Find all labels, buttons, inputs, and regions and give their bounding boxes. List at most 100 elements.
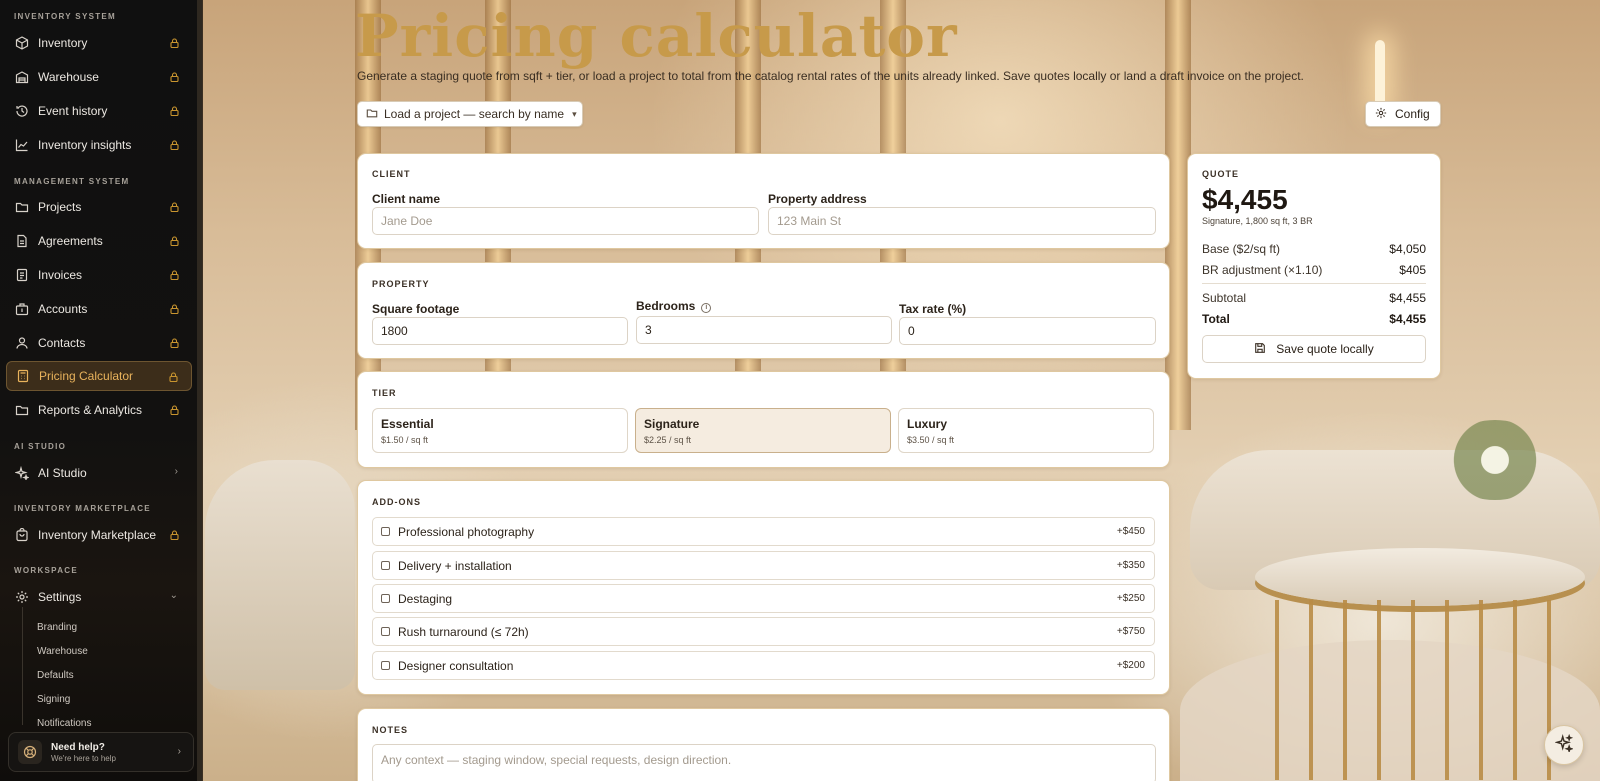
subtotal-value: $4,455 (1389, 291, 1426, 305)
addon-delivery-installation[interactable]: Delivery + installation +$350 (372, 551, 1155, 580)
sidebar-item-label: Inventory Marketplace (38, 528, 157, 542)
page-title: Pricing calculator (355, 2, 958, 70)
section-inventory-system: INVENTORY SYSTEM (14, 12, 117, 21)
sidebar-item-invoices[interactable]: Invoices (6, 260, 192, 290)
folder-icon (15, 200, 29, 214)
addon-label: Delivery + installation (398, 558, 512, 573)
lock-icon (168, 303, 180, 315)
addon-price: +$200 (1116, 660, 1145, 671)
bedrooms-label: Bedrooms (636, 299, 696, 313)
sidebar-item-warehouse[interactable]: Warehouse (6, 62, 192, 92)
lock-icon (168, 269, 180, 281)
chevron-right-icon: › (174, 466, 178, 477)
addon-price: +$350 (1116, 560, 1145, 571)
gear-icon (1375, 107, 1387, 122)
sidebar-item-event-history[interactable]: Event history (6, 96, 192, 126)
settings-sub-branding[interactable]: Branding (37, 622, 77, 633)
addon-professional-photography[interactable]: Professional photography +$450 (372, 517, 1155, 546)
quote-card: QUOTE $4,455 Signature, 1,800 sq ft, 3 B… (1187, 153, 1441, 379)
sidebar-item-accounts[interactable]: Accounts (6, 294, 192, 324)
checkbox[interactable] (381, 661, 390, 670)
tier-name: Signature (644, 417, 700, 431)
settings-sub-notifications[interactable]: Notifications (37, 718, 91, 729)
chevron-down-icon: ⌄ (169, 590, 178, 601)
bedrooms-label-group: Bedrooms i (636, 299, 712, 313)
sidebar-item-inventory-insights[interactable]: Inventory insights (6, 130, 192, 160)
sidebar-item-agreements[interactable]: Agreements (6, 226, 192, 256)
sidebar-item-label: Pricing Calculator (39, 369, 134, 383)
addon-price: +$450 (1116, 526, 1145, 537)
chart-line-icon (15, 138, 29, 152)
sparkle-icon (15, 466, 29, 480)
load-project-dropdown[interactable]: Load a project — search by name ▾ (357, 101, 583, 127)
section-ai-studio: AI STUDIO (14, 442, 67, 451)
sidebar-item-inventory[interactable]: Inventory (6, 28, 192, 58)
checkbox[interactable] (381, 594, 390, 603)
square-footage-input[interactable]: 1800 (372, 317, 628, 345)
box-icon (15, 36, 29, 50)
addon-label: Designer consultation (398, 658, 514, 673)
sidebar-item-contacts[interactable]: Contacts (6, 328, 192, 358)
receipt-icon (15, 268, 29, 282)
save-quote-label: Save quote locally (1276, 342, 1374, 356)
sidebar-item-label: Invoices (38, 268, 83, 282)
checkbox[interactable] (381, 527, 390, 536)
checkbox[interactable] (381, 627, 390, 636)
store-icon (15, 528, 29, 542)
property-section-label: PROPERTY (372, 279, 430, 289)
quote-row-value: $4,050 (1389, 242, 1426, 256)
quote-meta: Signature, 1,800 sq ft, 3 BR (1202, 216, 1313, 226)
chevron-right-icon: › (177, 746, 181, 757)
notes-textarea[interactable]: Any context — staging window, special re… (372, 744, 1156, 781)
checkbox[interactable] (381, 561, 390, 570)
client-name-input[interactable]: Jane Doe (372, 207, 759, 235)
sidebar-item-reports-analytics[interactable]: Reports & Analytics (6, 395, 192, 425)
quote-section-label: QUOTE (1202, 169, 1240, 179)
history-icon (15, 104, 29, 118)
help-subtitle: We're here to help (51, 753, 116, 763)
help-card[interactable]: Need help? We're here to help › (8, 732, 194, 772)
sidebar-item-label: Contacts (38, 336, 86, 350)
tax-rate-input[interactable]: 0 (899, 317, 1156, 345)
notes-section-label: NOTES (372, 725, 409, 735)
addon-destaging[interactable]: Destaging +$250 (372, 584, 1155, 613)
lock-icon (168, 139, 180, 151)
lifebuoy-icon (18, 740, 42, 764)
config-button[interactable]: Config (1365, 101, 1441, 127)
settings-sub-signing[interactable]: Signing (37, 694, 70, 705)
sidebar-item-inventory-marketplace[interactable]: Inventory Marketplace (6, 520, 192, 550)
sidebar: INVENTORY SYSTEM Inventory Warehouse Eve… (0, 0, 203, 781)
addon-label: Destaging (398, 591, 453, 606)
total-label: Total (1202, 312, 1230, 326)
building-icon (15, 302, 29, 316)
property-address-input[interactable]: 123 Main St (768, 207, 1156, 235)
save-quote-button[interactable]: Save quote locally (1202, 335, 1426, 363)
quote-row-label: BR adjustment (×1.10) (1202, 263, 1323, 277)
lock-icon (168, 529, 180, 541)
addon-designer-consultation[interactable]: Designer consultation +$200 (372, 651, 1155, 680)
settings-sub-defaults[interactable]: Defaults (37, 670, 74, 681)
lock-icon (167, 371, 179, 383)
addon-rush-turnaround[interactable]: Rush turnaround (≤ 72h) +$750 (372, 617, 1155, 646)
ai-assistant-button[interactable] (1544, 725, 1584, 765)
tier-option-luxury[interactable]: Luxury $3.50 / sq ft (898, 408, 1154, 453)
sidebar-item-pricing-calculator[interactable]: Pricing Calculator (6, 361, 192, 391)
sidebar-item-projects[interactable]: Projects (6, 192, 192, 222)
sidebar-item-ai-studio[interactable]: AI Studio › (6, 458, 192, 488)
folder-icon (15, 403, 29, 417)
gear-icon (15, 590, 29, 604)
tier-option-signature[interactable]: Signature $2.25 / sq ft (635, 408, 891, 453)
info-icon[interactable]: i (701, 302, 712, 313)
section-inventory-marketplace: INVENTORY MARKETPLACE (14, 504, 151, 513)
sidebar-item-settings[interactable]: Settings ⌄ (6, 582, 192, 612)
bedrooms-input[interactable]: 3 (636, 316, 892, 344)
settings-sub-warehouse[interactable]: Warehouse (37, 646, 88, 657)
lock-icon (168, 337, 180, 349)
calculator-icon (16, 369, 30, 383)
tier-option-essential[interactable]: Essential $1.50 / sq ft (372, 408, 628, 453)
client-name-label: Client name (372, 192, 441, 206)
tier-price: $1.50 / sq ft (381, 435, 429, 445)
lock-icon (168, 201, 180, 213)
square-footage-label: Square footage (372, 302, 460, 316)
lock-icon (168, 404, 180, 416)
